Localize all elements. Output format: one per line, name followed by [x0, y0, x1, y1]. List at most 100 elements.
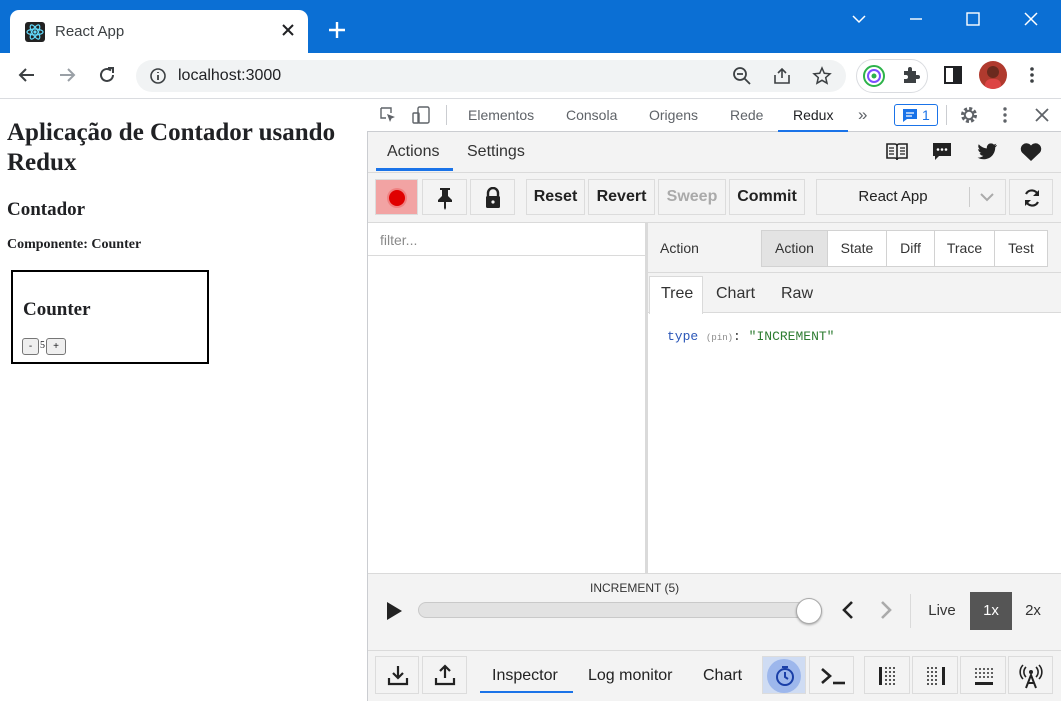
speed-1x-button[interactable]: 1x — [970, 592, 1012, 630]
bookmark-star-icon[interactable] — [812, 66, 832, 86]
tab-tree[interactable]: Tree — [661, 285, 693, 303]
tab-elementos[interactable]: Elementos — [468, 107, 534, 123]
revert-button[interactable]: Revert — [588, 179, 655, 215]
record-button[interactable] — [375, 179, 418, 215]
grid-left-icon — [878, 666, 898, 686]
settings-gear-icon[interactable] — [959, 105, 979, 125]
instance-select-value: React App — [858, 188, 928, 205]
page-content: Aplicação de Contador usando Redux Conta… — [0, 99, 367, 701]
discord-chat-icon[interactable] — [932, 142, 952, 162]
tab-diff[interactable]: Diff — [886, 230, 935, 267]
chevron-down-icon — [978, 189, 996, 205]
close-tab-icon[interactable] — [280, 22, 296, 38]
grid-bottom-icon — [974, 666, 994, 686]
back-icon[interactable] — [17, 65, 37, 85]
inspect-element-icon[interactable] — [379, 106, 397, 124]
increment-button[interactable]: + — [46, 338, 66, 355]
messages-badge[interactable]: 1 — [894, 104, 938, 126]
timer-icon — [774, 665, 796, 687]
twitter-icon[interactable] — [976, 142, 998, 162]
dock-right-button[interactable] — [912, 656, 958, 694]
side-panel-icon[interactable] — [942, 64, 964, 86]
docs-book-icon[interactable] — [885, 142, 909, 162]
dock-bottom-button[interactable] — [960, 656, 1006, 694]
tab-redux[interactable]: Redux — [793, 107, 833, 123]
minimize-icon[interactable] — [907, 10, 925, 28]
step-forward-icon[interactable] — [877, 600, 895, 620]
tab-inspector[interactable]: Inspector — [492, 667, 558, 685]
chrome-menu-icon[interactable] — [1022, 64, 1042, 86]
avatar[interactable] — [979, 61, 1007, 89]
section-heading: Contador — [7, 199, 86, 220]
broadcast-icon — [1018, 663, 1044, 689]
dispatcher-button[interactable] — [809, 656, 854, 694]
new-tab-icon[interactable] — [326, 19, 348, 41]
tab-origens[interactable]: Origens — [649, 107, 698, 123]
view-tabbar — [648, 273, 1061, 313]
divider — [910, 594, 911, 628]
download-icon — [387, 664, 409, 686]
tab-trace[interactable]: Trace — [934, 230, 995, 267]
filter-input[interactable]: filter... — [368, 224, 645, 256]
tree-key: type — [667, 329, 699, 344]
live-button[interactable]: Live — [922, 592, 962, 630]
tab-log-monitor[interactable]: Log monitor — [588, 667, 673, 685]
tab-consola[interactable]: Consola — [566, 107, 617, 123]
persist-button[interactable] — [762, 656, 806, 694]
speed-2x-button[interactable]: 2x — [1014, 592, 1052, 630]
tree-value: "INCREMENT" — [748, 329, 835, 344]
record-icon — [386, 187, 408, 209]
commit-button[interactable]: Commit — [729, 179, 805, 215]
lock-button[interactable] — [470, 179, 515, 215]
tab-raw[interactable]: Raw — [781, 285, 813, 303]
more-tabs-icon[interactable]: » — [858, 105, 867, 125]
tab-actions[interactable]: Actions — [387, 143, 439, 161]
tab-state[interactable]: State — [827, 230, 887, 267]
share-icon[interactable] — [772, 66, 792, 86]
site-info-icon[interactable] — [149, 67, 167, 85]
inspector-label: Action — [660, 240, 699, 256]
inspector-tab-underline — [480, 691, 573, 693]
reset-button[interactable]: Reset — [526, 179, 585, 215]
tab-test[interactable]: Test — [994, 230, 1048, 267]
play-icon[interactable] — [384, 600, 404, 622]
import-button[interactable] — [375, 656, 419, 694]
puzzle-extensions-icon[interactable] — [900, 64, 922, 86]
sweep-button[interactable]: Sweep — [658, 179, 726, 215]
slider-toggle-button[interactable] — [864, 656, 910, 694]
export-button[interactable] — [422, 656, 467, 694]
tab-search-icon[interactable] — [850, 10, 868, 28]
forward-icon[interactable] — [57, 65, 77, 85]
remote-button[interactable] — [1008, 656, 1053, 694]
tab-chart[interactable]: Chart — [716, 285, 755, 303]
decrement-button[interactable]: - — [22, 338, 39, 355]
reload-icon[interactable] — [97, 65, 117, 85]
url-text: localhost:3000 — [178, 67, 282, 84]
pin-icon — [435, 186, 455, 210]
tab-chart-monitor[interactable]: Chart — [703, 667, 742, 685]
devtools-menu-icon[interactable] — [996, 105, 1014, 125]
close-devtools-icon[interactable] — [1033, 106, 1051, 124]
sync-button[interactable] — [1009, 179, 1053, 215]
upload-icon — [434, 664, 456, 686]
maximize-icon[interactable] — [964, 10, 982, 28]
address-bar[interactable]: localhost:3000 — [136, 60, 846, 92]
tab-settings[interactable]: Settings — [467, 143, 525, 161]
instance-select[interactable]: React App — [816, 179, 1006, 215]
extension-radar-icon[interactable] — [862, 64, 886, 88]
devtools-tabbar: Elementos Consola Origens Rede Redux » — [367, 99, 1061, 132]
tab-rede[interactable]: Rede — [730, 107, 763, 123]
browser-tab[interactable]: React App — [10, 10, 308, 53]
pin-button[interactable] — [422, 179, 467, 215]
heart-icon[interactable] — [1019, 142, 1043, 162]
device-toolbar-icon[interactable] — [411, 105, 431, 125]
slider-track[interactable] — [418, 602, 822, 618]
slider-handle[interactable] — [796, 598, 822, 624]
tree-pin-link[interactable]: (pin) — [706, 333, 733, 343]
zoom-icon[interactable] — [732, 66, 752, 86]
tab-action[interactable]: Action — [761, 230, 828, 267]
step-back-icon[interactable] — [839, 600, 857, 620]
lock-icon — [484, 187, 502, 209]
slider-action-label: INCREMENT (5) — [590, 581, 680, 595]
close-window-icon[interactable] — [1022, 10, 1040, 28]
